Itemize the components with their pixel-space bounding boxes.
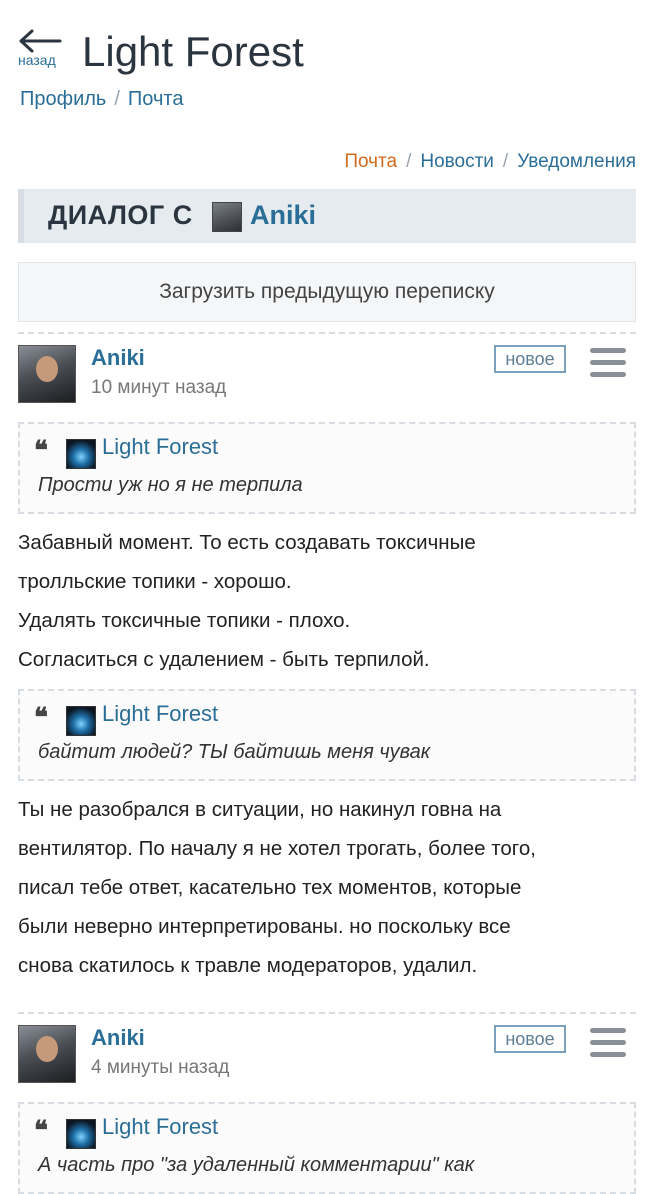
- message-time: 4 минуты назад: [91, 1057, 230, 1078]
- load-previous-button[interactable]: Загрузить предыдущую переписку: [18, 262, 636, 322]
- subnav-separator: /: [406, 151, 412, 172]
- message-line: Согласиться с удалением - быть терпилой.: [18, 648, 430, 671]
- message-header: Aniki 4 минуты назад новое: [18, 1025, 636, 1085]
- breadcrumb-mail[interactable]: Почта: [128, 88, 184, 110]
- message-text: Забавный момент. То есть создавать токси…: [18, 523, 638, 679]
- message-header: Aniki 10 минут назад новое: [18, 345, 636, 405]
- message-line: были неверно интерпретированы. но поскол…: [18, 915, 511, 938]
- back-button[interactable]: назад: [18, 28, 68, 74]
- message-author[interactable]: Aniki: [91, 1025, 145, 1051]
- dialog-header: ДИАЛОГ С Aniki: [18, 189, 636, 243]
- message-line: Ты не разобрался в ситуации, но накинул …: [18, 798, 502, 821]
- page-title: Light Forest: [82, 28, 304, 75]
- avatar[interactable]: [18, 345, 76, 403]
- subnav-news[interactable]: Новости: [420, 151, 494, 172]
- quote-text: А часть про "за удаленный комментарии" к…: [38, 1154, 475, 1176]
- quote-block: ❝ Light Forest А часть про "за удаленный…: [18, 1102, 636, 1194]
- quote-author[interactable]: Light Forest: [102, 701, 218, 727]
- message-line: снова скатилось к травле модераторов, уд…: [18, 954, 478, 977]
- quote-mark-icon: ❝: [34, 703, 48, 733]
- quote-author-avatar: [66, 439, 96, 469]
- breadcrumb-separator: /: [114, 88, 120, 110]
- quote-mark-icon: ❝: [34, 436, 48, 466]
- message-divider: [18, 332, 636, 334]
- quote-text: байтит людей? ТЫ байтишь меня чувак: [38, 741, 431, 763]
- arrow-left-icon: [19, 29, 62, 53]
- message-time: 10 минут назад: [91, 377, 227, 398]
- avatar[interactable]: [18, 1025, 76, 1083]
- breadcrumb: Профиль / Почта: [20, 88, 183, 111]
- message-divider: [18, 1012, 636, 1014]
- subnav-notifications[interactable]: Уведомления: [517, 151, 636, 172]
- subnav-mail[interactable]: Почта: [344, 151, 397, 172]
- mail-subnav: Почта / Новости / Уведомления: [344, 151, 636, 173]
- hamburger-menu-icon[interactable]: [588, 1026, 628, 1060]
- dialog-user-link[interactable]: Aniki: [250, 200, 316, 231]
- subnav-separator: /: [502, 151, 509, 172]
- hamburger-menu-icon[interactable]: [588, 346, 628, 380]
- dialog-title: ДИАЛОГ С: [48, 200, 193, 230]
- new-badge: новое: [494, 1025, 566, 1053]
- quote-author-avatar: [66, 706, 96, 736]
- quote-author[interactable]: Light Forest: [102, 434, 218, 460]
- message-text: Ты не разобрался в ситуации, но накинул …: [18, 790, 638, 985]
- dialog-user-avatar: [212, 202, 242, 232]
- quote-text: Прости уж но я не терпила: [38, 474, 303, 496]
- quote-block: ❝ Light Forest Прости уж но я не терпила: [18, 422, 636, 514]
- breadcrumb-profile[interactable]: Профиль: [20, 88, 106, 110]
- message-line: Удалять токсичные топики - плохо.: [18, 609, 351, 632]
- message-line: Забавный момент. То есть создавать токси…: [18, 531, 476, 554]
- message-line: писал тебе ответ, касательно тех моменто…: [18, 876, 522, 899]
- quote-mark-icon: ❝: [34, 1116, 48, 1146]
- message-author[interactable]: Aniki: [91, 345, 145, 371]
- quote-block: ❝ Light Forest байтит людей? ТЫ байтишь …: [18, 689, 636, 781]
- app-header: назад Light Forest: [18, 28, 638, 84]
- quote-author-avatar: [66, 1119, 96, 1149]
- quote-author[interactable]: Light Forest: [102, 1114, 218, 1140]
- message-line: вентилятор. По началу я не хотел трогать…: [18, 837, 536, 860]
- back-label: назад: [18, 52, 56, 68]
- new-badge: новое: [494, 345, 566, 373]
- message-line: тролльские топики - хорошо.: [18, 570, 292, 593]
